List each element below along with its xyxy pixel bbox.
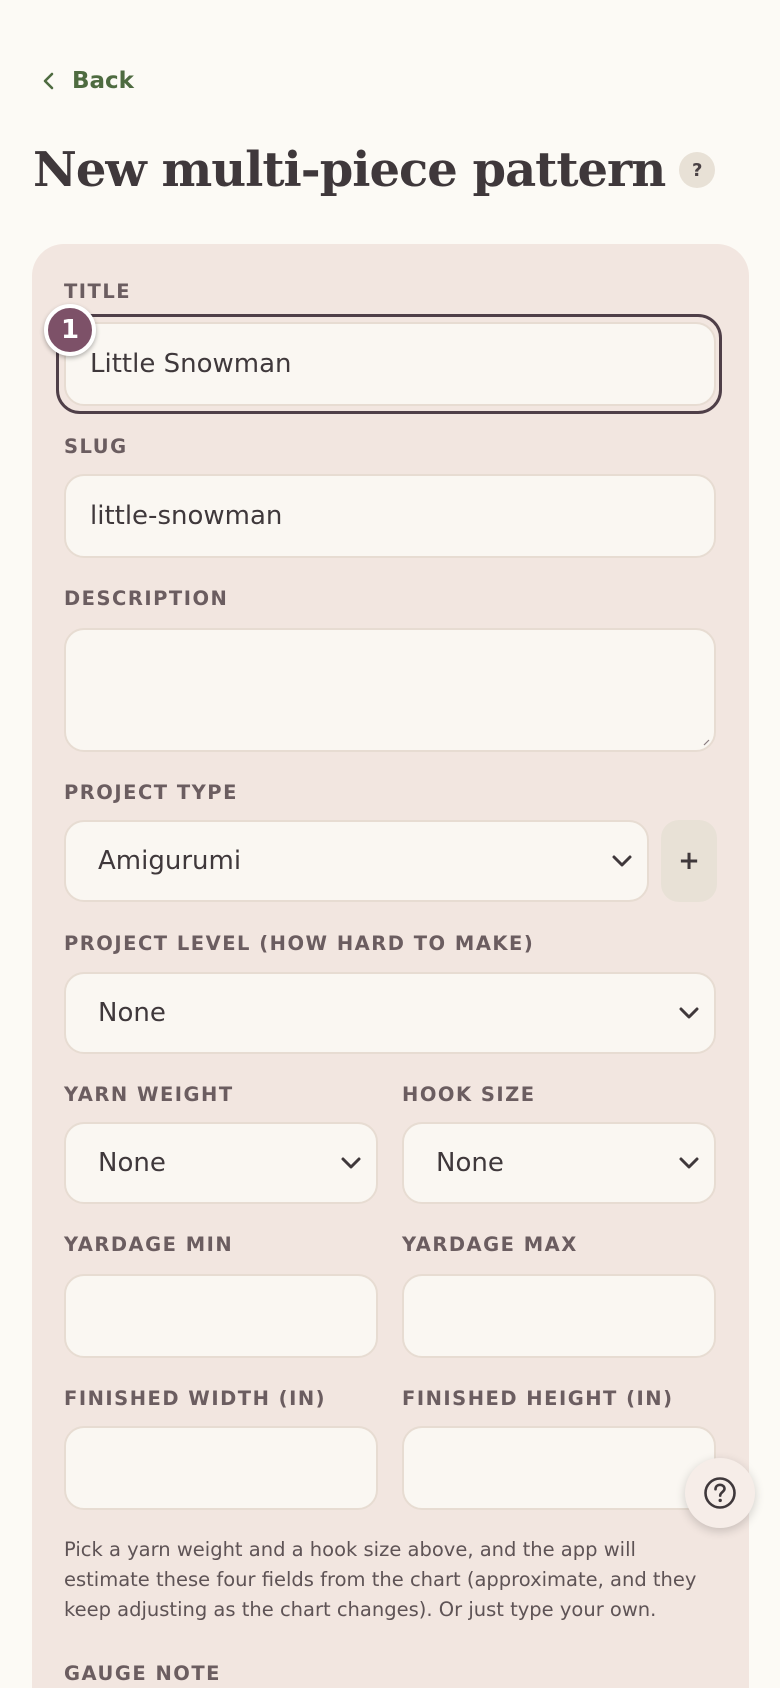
page-header: New multi-piece pattern ? bbox=[33, 142, 716, 198]
title-label: TITLE bbox=[64, 280, 132, 303]
yardage-min-input[interactable] bbox=[64, 1274, 378, 1358]
chevron-down-icon bbox=[679, 1007, 699, 1019]
step-badge: 1 bbox=[44, 304, 96, 356]
yardage-min-label: YARDAGE MIN bbox=[64, 1233, 234, 1256]
finished-width-input[interactable] bbox=[64, 1426, 378, 1510]
slug-input[interactable]: little-snowman bbox=[64, 474, 716, 558]
back-link[interactable]: Back bbox=[40, 68, 134, 94]
hook-size-label: HOOK SIZE bbox=[402, 1083, 536, 1106]
project-type-select[interactable]: Amigurumi bbox=[64, 820, 649, 902]
estimate-hint: Pick a yarn weight and a hook size above… bbox=[64, 1538, 697, 1621]
chevron-down-icon bbox=[679, 1157, 699, 1169]
hook-size-select[interactable]: None bbox=[402, 1122, 716, 1204]
gauge-note-label: GAUGE NOTE bbox=[64, 1662, 221, 1685]
help-button[interactable] bbox=[685, 1458, 755, 1528]
chevron-left-icon bbox=[43, 72, 54, 90]
question-circle-icon bbox=[704, 1477, 736, 1509]
back-label: Back bbox=[72, 68, 134, 94]
finished-height-label: FINISHED HEIGHT (IN) bbox=[402, 1387, 674, 1410]
add-project-type-button[interactable]: + bbox=[661, 820, 717, 902]
finished-width-label: FINISHED WIDTH (IN) bbox=[64, 1387, 327, 1410]
yarn-weight-select[interactable]: None bbox=[64, 1122, 378, 1204]
slug-label: SLUG bbox=[64, 435, 128, 458]
description-textarea[interactable] bbox=[64, 628, 716, 752]
pattern-form-card: TITLE Little Snowman 1 SLUG little-snowm… bbox=[32, 244, 749, 1688]
project-type-value: Amigurumi bbox=[98, 846, 242, 876]
chevron-down-icon bbox=[341, 1157, 361, 1169]
title-input[interactable]: Little Snowman bbox=[64, 322, 716, 406]
project-level-value: None bbox=[98, 998, 166, 1028]
title-input-value: Little Snowman bbox=[90, 349, 292, 379]
project-type-label: PROJECT TYPE bbox=[64, 781, 238, 804]
yarn-weight-value: None bbox=[98, 1148, 166, 1178]
resize-grip-icon[interactable] bbox=[702, 738, 710, 746]
help-icon[interactable]: ? bbox=[679, 152, 716, 188]
yarn-weight-label: YARN WEIGHT bbox=[64, 1083, 234, 1106]
hook-size-value: None bbox=[436, 1148, 504, 1178]
project-level-label: PROJECT LEVEL (HOW HARD TO MAKE) bbox=[64, 932, 535, 955]
page-title: New multi-piece pattern bbox=[33, 142, 666, 198]
slug-input-value: little-snowman bbox=[90, 501, 283, 531]
yardage-max-input[interactable] bbox=[402, 1274, 716, 1358]
finished-height-input[interactable] bbox=[402, 1426, 716, 1510]
yardage-max-label: YARDAGE MAX bbox=[402, 1233, 578, 1256]
description-label: DESCRIPTION bbox=[64, 587, 229, 610]
project-level-select[interactable]: None bbox=[64, 972, 716, 1054]
chevron-down-icon bbox=[612, 855, 632, 867]
